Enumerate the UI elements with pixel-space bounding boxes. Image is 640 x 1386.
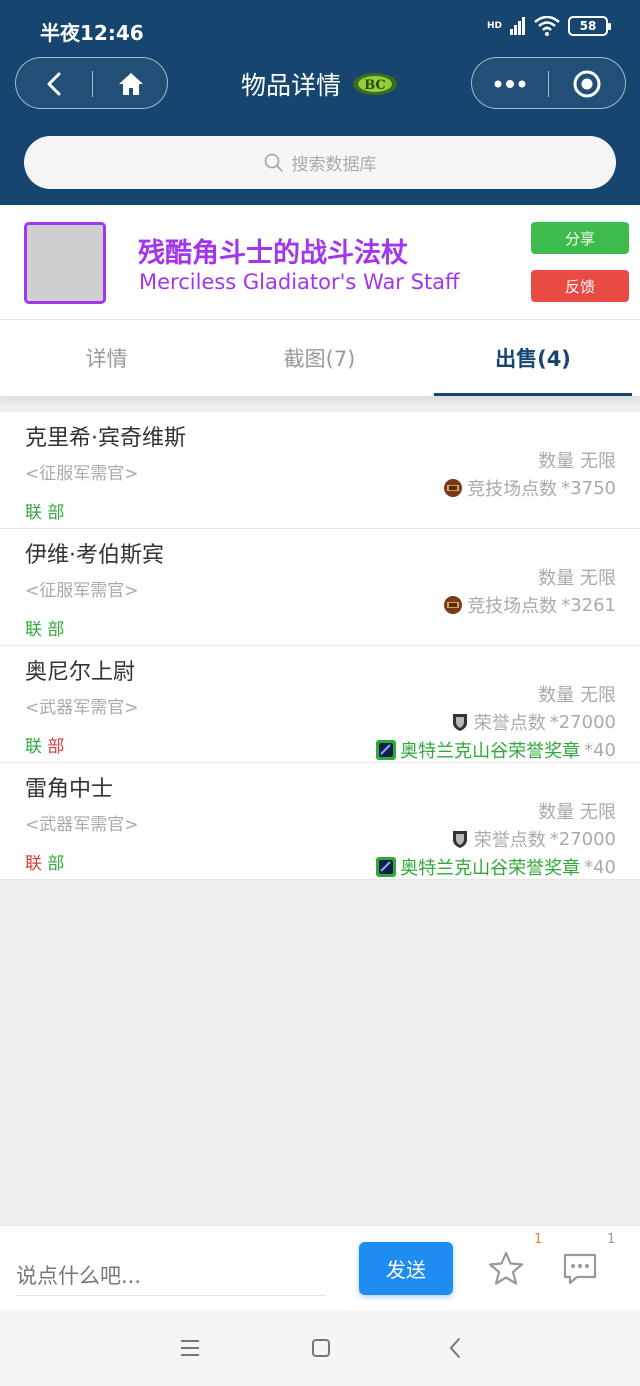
system-nav-bar [0,1310,640,1386]
vendor-cost: 荣誉点数 *27000 [450,709,616,735]
star-icon[interactable] [487,1250,525,1288]
tab-details[interactable]: 详情 [0,320,213,396]
vendor-cost: 奥特兰克山谷荣誉奖章 *40 [376,854,616,880]
vendor-name[interactable]: 克里希·宾奇维斯 [25,420,186,452]
search-input[interactable]: 搜索数据库 [24,136,616,189]
item-name-en: Merciless Gladiator's War Staff [139,270,460,294]
vendor-role: <征服军需官> [25,464,139,484]
vendor-name[interactable]: 伊维·考伯斯宾 [25,537,164,569]
vendor-role: <武器军需官> [25,698,139,718]
tab-sold-by[interactable]: 出售(4) [434,320,632,396]
status-time: 半夜12:46 [40,21,144,45]
comment-bar: 说点什么吧... 发送 1 1 [0,1225,640,1310]
arena-points-icon [444,479,463,497]
tab-bar: 详情 截图(7) 出售(4) [0,320,640,396]
burning-crusade-logo-icon: BC [351,73,399,95]
item-header: 残酷角斗士的战斗法杖 Merciless Gladiator's War Sta… [0,205,640,320]
more-dots-icon [494,80,526,88]
vendor-faction: 联 部 [25,615,64,640]
vendor-role: <武器军需官> [25,815,139,835]
feedback-button[interactable]: 反馈 [531,270,629,302]
close-miniapp-button[interactable] [549,58,625,110]
cost-amount: *27000 [549,828,616,850]
menu-icon[interactable] [178,1336,202,1360]
horde-label: 部 [47,620,65,640]
comment-icon[interactable] [561,1250,599,1288]
cost-currency[interactable]: 奥特兰克山谷荣誉奖章 [400,737,580,763]
vendor-cost: 竞技场点数 *3261 [443,592,616,618]
vendor-quantity: 数量 无限 [538,685,616,706]
tab-screenshots[interactable]: 截图(7) [213,320,426,396]
cost-currency: 竞技场点数 [467,479,558,500]
search-placeholder: 搜索数据库 [291,155,377,175]
send-button[interactable]: 发送 [359,1242,453,1295]
horde-label: 部 [47,503,65,523]
home-square-icon[interactable] [309,1336,333,1360]
comment-count-badge: 1 [607,1232,616,1247]
app-header: 半夜12:46 HD 58 物品详情 BC 搜索数据库 [0,0,640,205]
honor-points-icon [452,831,467,848]
vendor-role: <征服军需官> [25,581,139,601]
wifi-icon [534,16,560,36]
back-arrow-icon[interactable] [444,1336,468,1360]
cost-amount: *40 [584,739,616,761]
cost-currency: 竞技场点数 [467,596,558,617]
vendor-quantity: 数量 无限 [538,802,616,823]
vendor-name[interactable]: 奥尼尔上尉 [25,654,135,686]
search-icon [264,153,283,172]
cost-amount: *40 [584,856,616,878]
alterac-mark-icon [376,740,397,760]
battery-level: 58 [579,19,597,33]
alterac-mark-icon [376,857,397,877]
status-bar: 半夜12:46 HD 58 [0,0,640,58]
vendor-cost: 奥特兰克山谷荣誉奖章 *40 [376,737,616,763]
target-circle-icon [573,70,601,98]
cost-currency: 荣誉点数 [473,830,546,851]
vendor-quantity: 数量 无限 [538,451,616,472]
alliance-label: 联 [25,854,42,874]
vendor-row[interactable]: 克里希·宾奇维斯 <征服军需官> 联 部 数量 无限 竞技场点数 *3750 [0,412,640,529]
svg-text:BC: BC [364,78,386,93]
alliance-label: 联 [25,737,42,757]
cost-amount: *3261 [561,594,616,616]
honor-points-icon [452,714,467,731]
battery-icon: 58 [568,16,611,36]
vendor-list: 克里希·宾奇维斯 <征服军需官> 联 部 数量 无限 竞技场点数 *3750 伊… [0,412,640,880]
item-name-cn: 残酷角斗士的战斗法杖 [138,238,408,269]
vendor-cost: 竞技场点数 *3750 [443,475,616,501]
cost-currency[interactable]: 奥特兰克山谷荣誉奖章 [400,854,580,880]
cost-amount: *27000 [549,711,616,733]
network-type-label: HD [486,20,502,31]
vendor-row[interactable]: 伊维·考伯斯宾 <征服军需官> 联 部 数量 无限 竞技场点数 *3261 [0,529,640,646]
star-count-badge: 1 [534,1232,543,1247]
alliance-label: 联 [25,620,42,640]
vendor-quantity: 数量 无限 [538,568,616,589]
status-icons: HD 58 [486,16,611,36]
miniapp-capsule [471,57,626,109]
vendor-faction: 联 部 [25,732,64,757]
share-button[interactable]: 分享 [531,222,629,254]
vendor-row[interactable]: 奥尼尔上尉 <武器军需官> 联 部 数量 无限 荣誉点数 *27000 奥特兰克… [0,646,640,763]
alliance-label: 联 [25,503,42,523]
horde-label: 部 [47,737,65,757]
vendor-faction: 联 部 [25,498,64,523]
vendor-cost: 荣誉点数 *27000 [450,826,616,852]
vendor-row[interactable]: 雷角中士 <武器军需官> 联 部 数量 无限 荣誉点数 *27000 奥特兰克山… [0,763,640,880]
cost-amount: *3750 [561,477,616,499]
cost-currency: 荣誉点数 [473,713,546,734]
page-title-text: 物品详情 [240,71,341,100]
vendor-faction: 联 部 [25,849,64,874]
vendor-name[interactable]: 雷角中士 [25,771,113,803]
arena-points-icon [444,596,463,614]
horde-label: 部 [47,854,65,874]
comment-input[interactable]: 说点什么吧... [16,1254,326,1296]
item-thumbnail[interactable] [24,222,106,304]
more-button[interactable] [472,58,548,110]
signal-icon [510,17,525,35]
